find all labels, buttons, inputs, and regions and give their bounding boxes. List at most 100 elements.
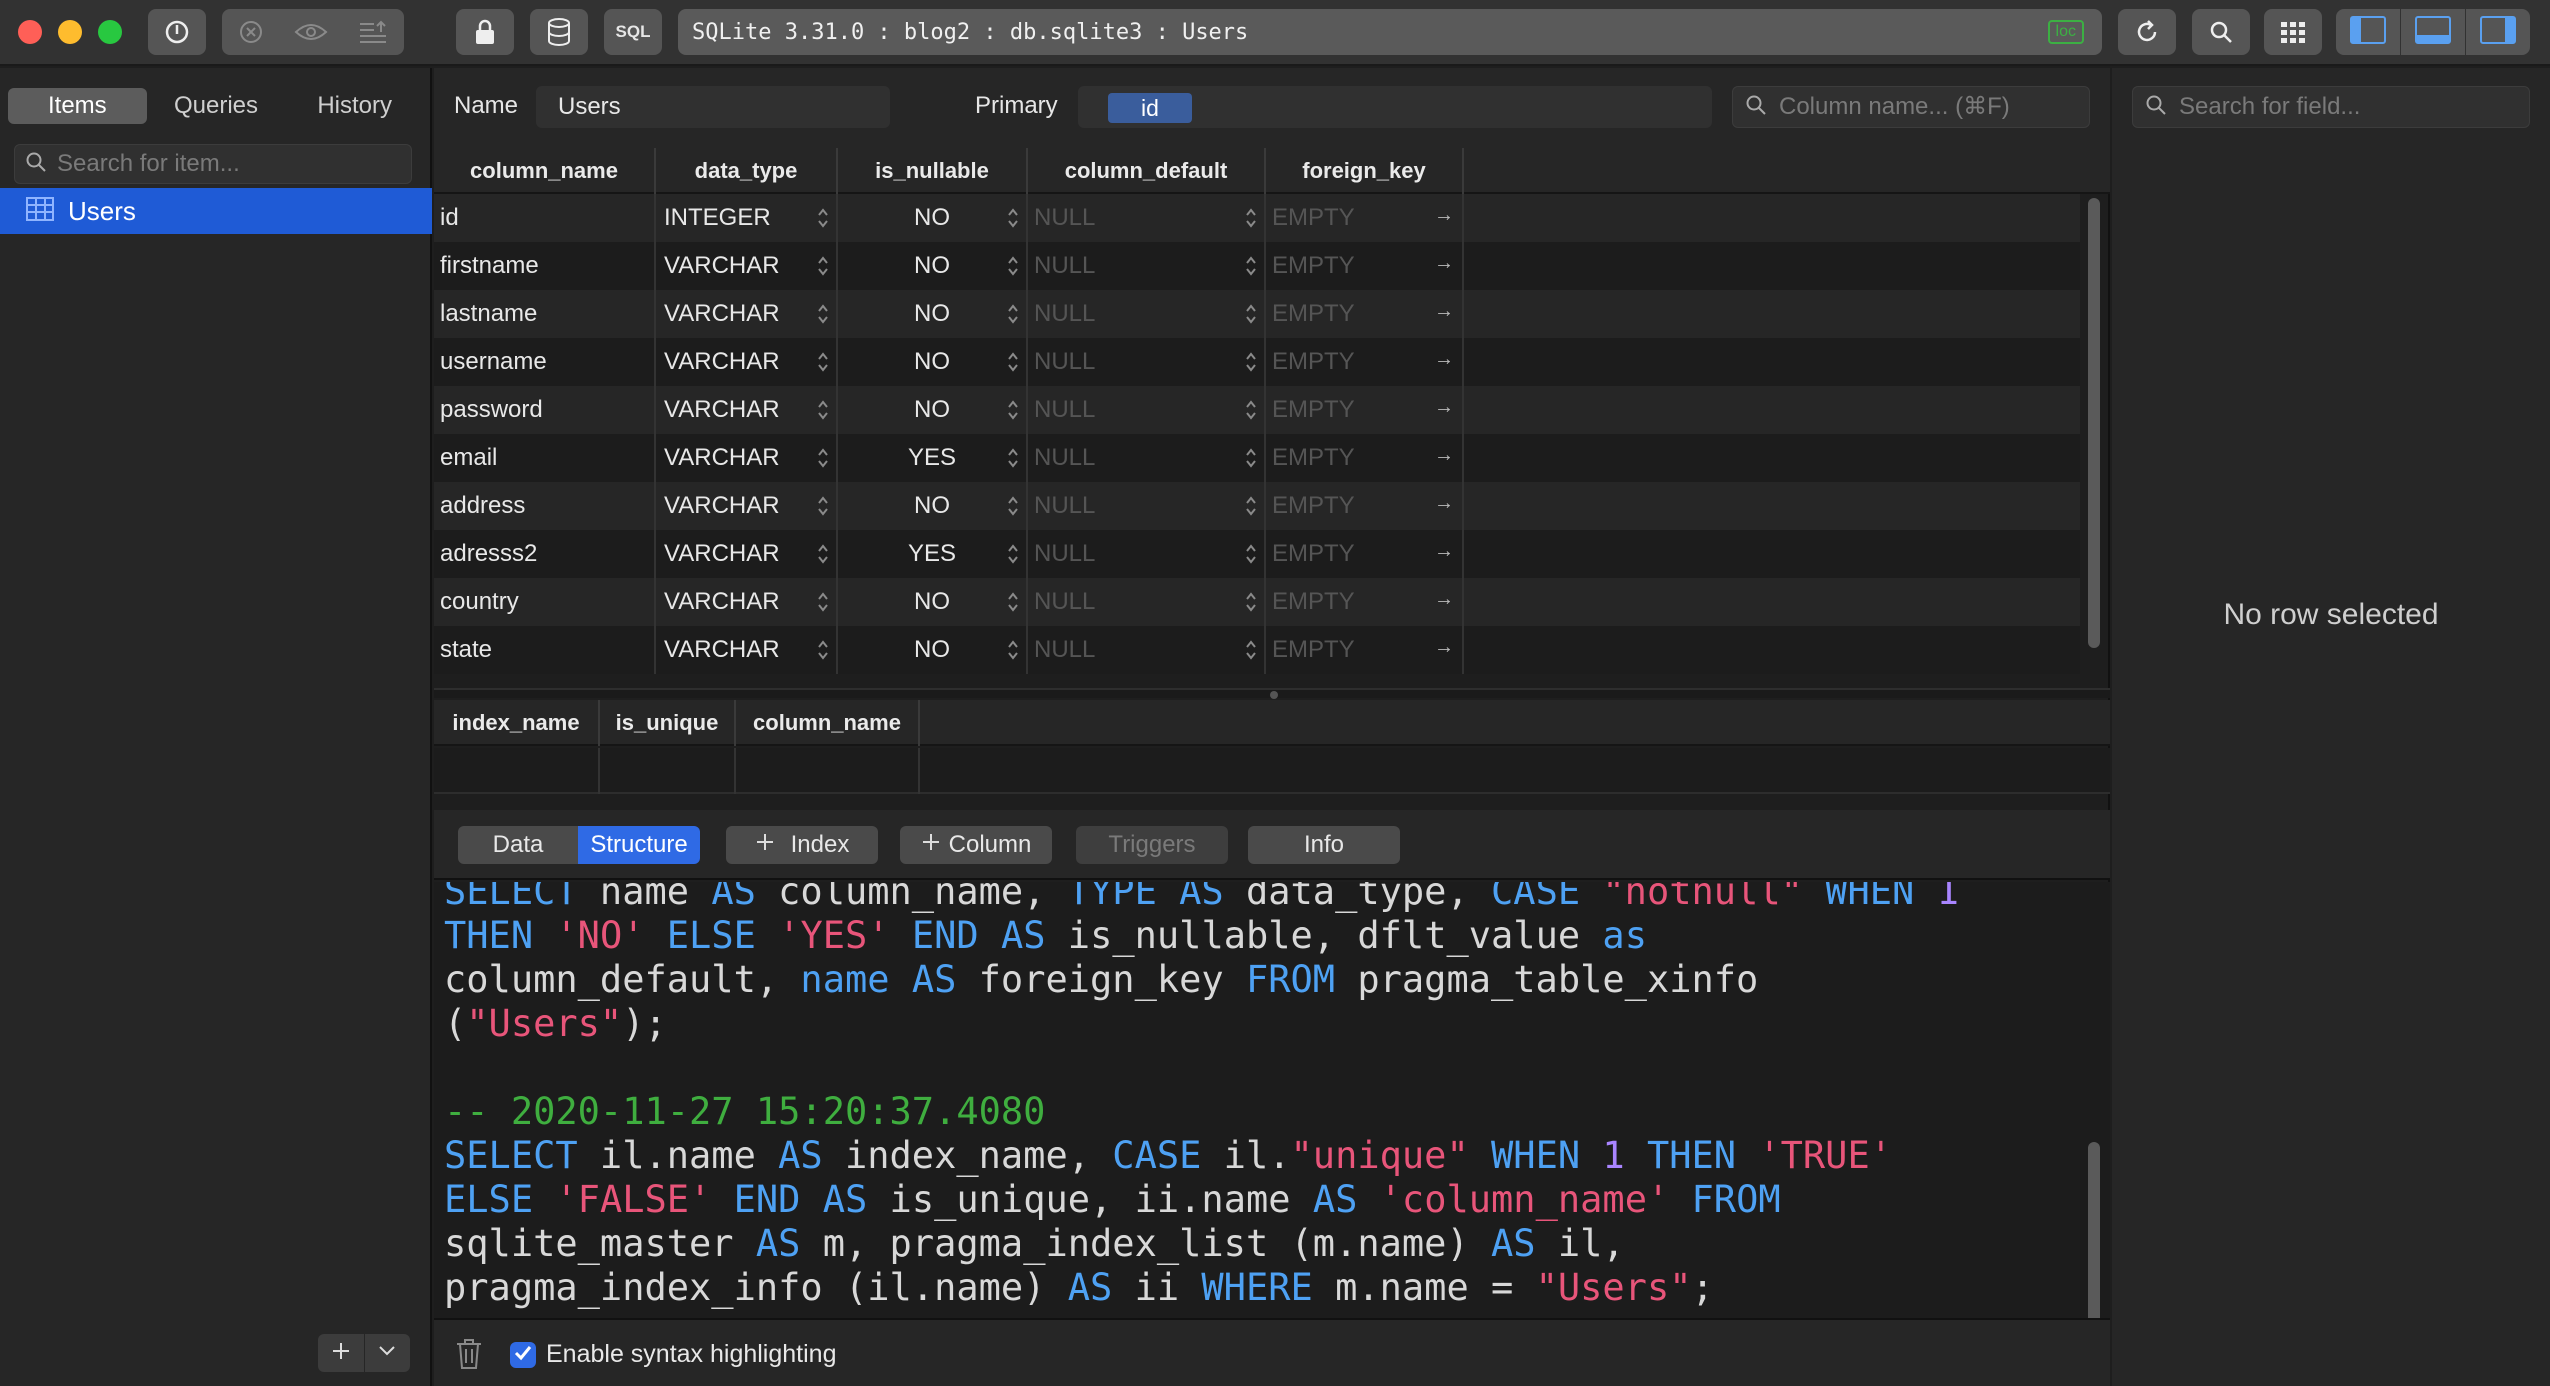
header-column-name[interactable]: column_name — [434, 148, 656, 194]
primary-key-token[interactable]: id — [1108, 93, 1192, 123]
connection-button[interactable] — [148, 9, 206, 55]
table-row[interactable]: lastname VARCHAR NO NULL EMPTY → — [434, 290, 2080, 338]
stepper-icon[interactable] — [1244, 254, 1258, 278]
arrow-right-icon[interactable]: → — [1434, 300, 1454, 323]
cell-column-name[interactable]: country — [434, 578, 656, 626]
cell-column-default[interactable]: NULL — [1028, 482, 1266, 530]
stepper-icon[interactable] — [1006, 302, 1020, 326]
add-options-button[interactable] — [365, 1334, 411, 1372]
cell-column-name[interactable]: password — [434, 386, 656, 434]
minimize-window-button[interactable] — [58, 20, 82, 44]
cell-foreign-key[interactable]: EMPTY → — [1266, 194, 1464, 242]
arrow-right-icon[interactable]: → — [1434, 204, 1454, 227]
cell-column-name[interactable]: email — [434, 434, 656, 482]
sql-editor-button[interactable]: SQL — [604, 9, 662, 55]
stepper-icon[interactable] — [1244, 494, 1258, 518]
stepper-icon[interactable] — [816, 542, 830, 566]
stepper-icon[interactable] — [816, 590, 830, 614]
stepper-icon[interactable] — [1244, 638, 1258, 662]
stepper-icon[interactable] — [816, 398, 830, 422]
split-handle[interactable] — [1270, 691, 1278, 699]
table-row[interactable]: state VARCHAR NO NULL EMPTY → — [434, 626, 2080, 674]
tab-items[interactable]: Items — [8, 88, 147, 124]
structure-scrollbar[interactable] — [2088, 198, 2100, 648]
cell-foreign-key[interactable]: EMPTY → — [1266, 578, 1464, 626]
cell-column-default[interactable]: NULL — [1028, 290, 1266, 338]
stepper-icon[interactable] — [816, 350, 830, 374]
cell-foreign-key[interactable]: EMPTY → — [1266, 482, 1464, 530]
cell-foreign-key[interactable]: EMPTY → — [1266, 530, 1464, 578]
header-is-nullable[interactable]: is_nullable — [838, 148, 1028, 194]
cell-data-type[interactable]: INTEGER — [656, 194, 838, 242]
header-index-column-name[interactable]: column_name — [736, 700, 920, 746]
header-column-default[interactable]: column_default — [1028, 148, 1266, 194]
cell-foreign-key[interactable]: EMPTY → — [1266, 386, 1464, 434]
cell-is-nullable[interactable]: NO — [838, 386, 1028, 434]
cell-data-type[interactable]: VARCHAR — [656, 482, 838, 530]
cell-foreign-key[interactable]: EMPTY → — [1266, 434, 1464, 482]
cell-column-name[interactable]: username — [434, 338, 656, 386]
stepper-icon[interactable] — [816, 206, 830, 230]
cell-column-default[interactable]: NULL — [1028, 194, 1266, 242]
cell-column-name[interactable]: state — [434, 626, 656, 674]
cell-column-name[interactable]: address — [434, 482, 656, 530]
cell-column-name[interactable]: id — [434, 194, 656, 242]
header-foreign-key[interactable]: foreign_key — [1266, 148, 1464, 194]
tab-triggers[interactable]: Triggers — [1076, 826, 1228, 864]
cell-data-type[interactable]: VARCHAR — [656, 290, 838, 338]
table-row[interactable]: address VARCHAR NO NULL EMPTY → — [434, 482, 2080, 530]
cell-is-nullable[interactable]: NO — [838, 194, 1028, 242]
sql-console[interactable]: SELECT name AS column_name, TYPE AS data… — [434, 882, 2110, 1318]
stepper-icon[interactable] — [1006, 206, 1020, 230]
arrow-right-icon[interactable]: → — [1434, 492, 1454, 515]
cell-data-type[interactable]: VARCHAR — [656, 242, 838, 290]
cell-column-default[interactable]: NULL — [1028, 434, 1266, 482]
toggle-bottom-panel-button[interactable] — [2401, 9, 2465, 55]
commit-button[interactable] — [342, 9, 404, 55]
cell-foreign-key[interactable]: EMPTY → — [1266, 338, 1464, 386]
stepper-icon[interactable] — [816, 302, 830, 326]
primary-key-field[interactable]: id — [1078, 86, 1712, 128]
header-index-name[interactable]: index_name — [434, 700, 600, 746]
cancel-query-button[interactable] — [222, 9, 280, 55]
table-row[interactable]: password VARCHAR NO NULL EMPTY → — [434, 386, 2080, 434]
add-index-button[interactable]: Index — [726, 826, 878, 864]
header-data-type[interactable]: data_type — [656, 148, 838, 194]
arrow-right-icon[interactable]: → — [1434, 348, 1454, 371]
stepper-icon[interactable] — [1244, 206, 1258, 230]
toggle-left-panel-button[interactable] — [2336, 9, 2400, 55]
cell-foreign-key[interactable]: EMPTY → — [1266, 626, 1464, 674]
cell-column-default[interactable]: NULL — [1028, 626, 1266, 674]
cell-column-default[interactable]: NULL — [1028, 242, 1266, 290]
stepper-icon[interactable] — [1244, 446, 1258, 470]
tab-history[interactable]: History — [285, 88, 424, 124]
syntax-highlighting-checkbox[interactable] — [510, 1342, 536, 1368]
refresh-button[interactable] — [2118, 9, 2176, 55]
column-search-input[interactable] — [1779, 93, 2079, 121]
search-button[interactable] — [2192, 9, 2250, 55]
cell-column-default[interactable]: NULL — [1028, 578, 1266, 626]
cell-column-default[interactable]: NULL — [1028, 338, 1266, 386]
cell-column-default[interactable]: NULL — [1028, 386, 1266, 434]
stepper-icon[interactable] — [816, 446, 830, 470]
tab-structure[interactable]: Structure — [578, 826, 700, 864]
preview-button[interactable] — [280, 9, 342, 55]
stepper-icon[interactable] — [1006, 398, 1020, 422]
stepper-icon[interactable] — [816, 494, 830, 518]
stepper-icon[interactable] — [1006, 350, 1020, 374]
cell-data-type[interactable]: VARCHAR — [656, 578, 838, 626]
add-item-button[interactable] — [318, 1334, 365, 1372]
arrow-right-icon[interactable]: → — [1434, 252, 1454, 275]
apps-button[interactable] — [2264, 9, 2322, 55]
cell-is-nullable[interactable]: NO — [838, 626, 1028, 674]
stepper-icon[interactable] — [1006, 494, 1020, 518]
stepper-icon[interactable] — [816, 638, 830, 662]
cell-data-type[interactable]: VARCHAR — [656, 530, 838, 578]
syntax-highlighting-label[interactable]: Enable syntax highlighting — [546, 1340, 836, 1369]
table-row[interactable]: username VARCHAR NO NULL EMPTY → — [434, 338, 2080, 386]
zoom-window-button[interactable] — [98, 20, 122, 44]
cell-data-type[interactable]: VARCHAR — [656, 626, 838, 674]
table-row[interactable]: id INTEGER NO NULL EMPTY → — [434, 194, 2080, 242]
add-column-button[interactable]: Column — [900, 826, 1052, 864]
stepper-icon[interactable] — [1244, 302, 1258, 326]
